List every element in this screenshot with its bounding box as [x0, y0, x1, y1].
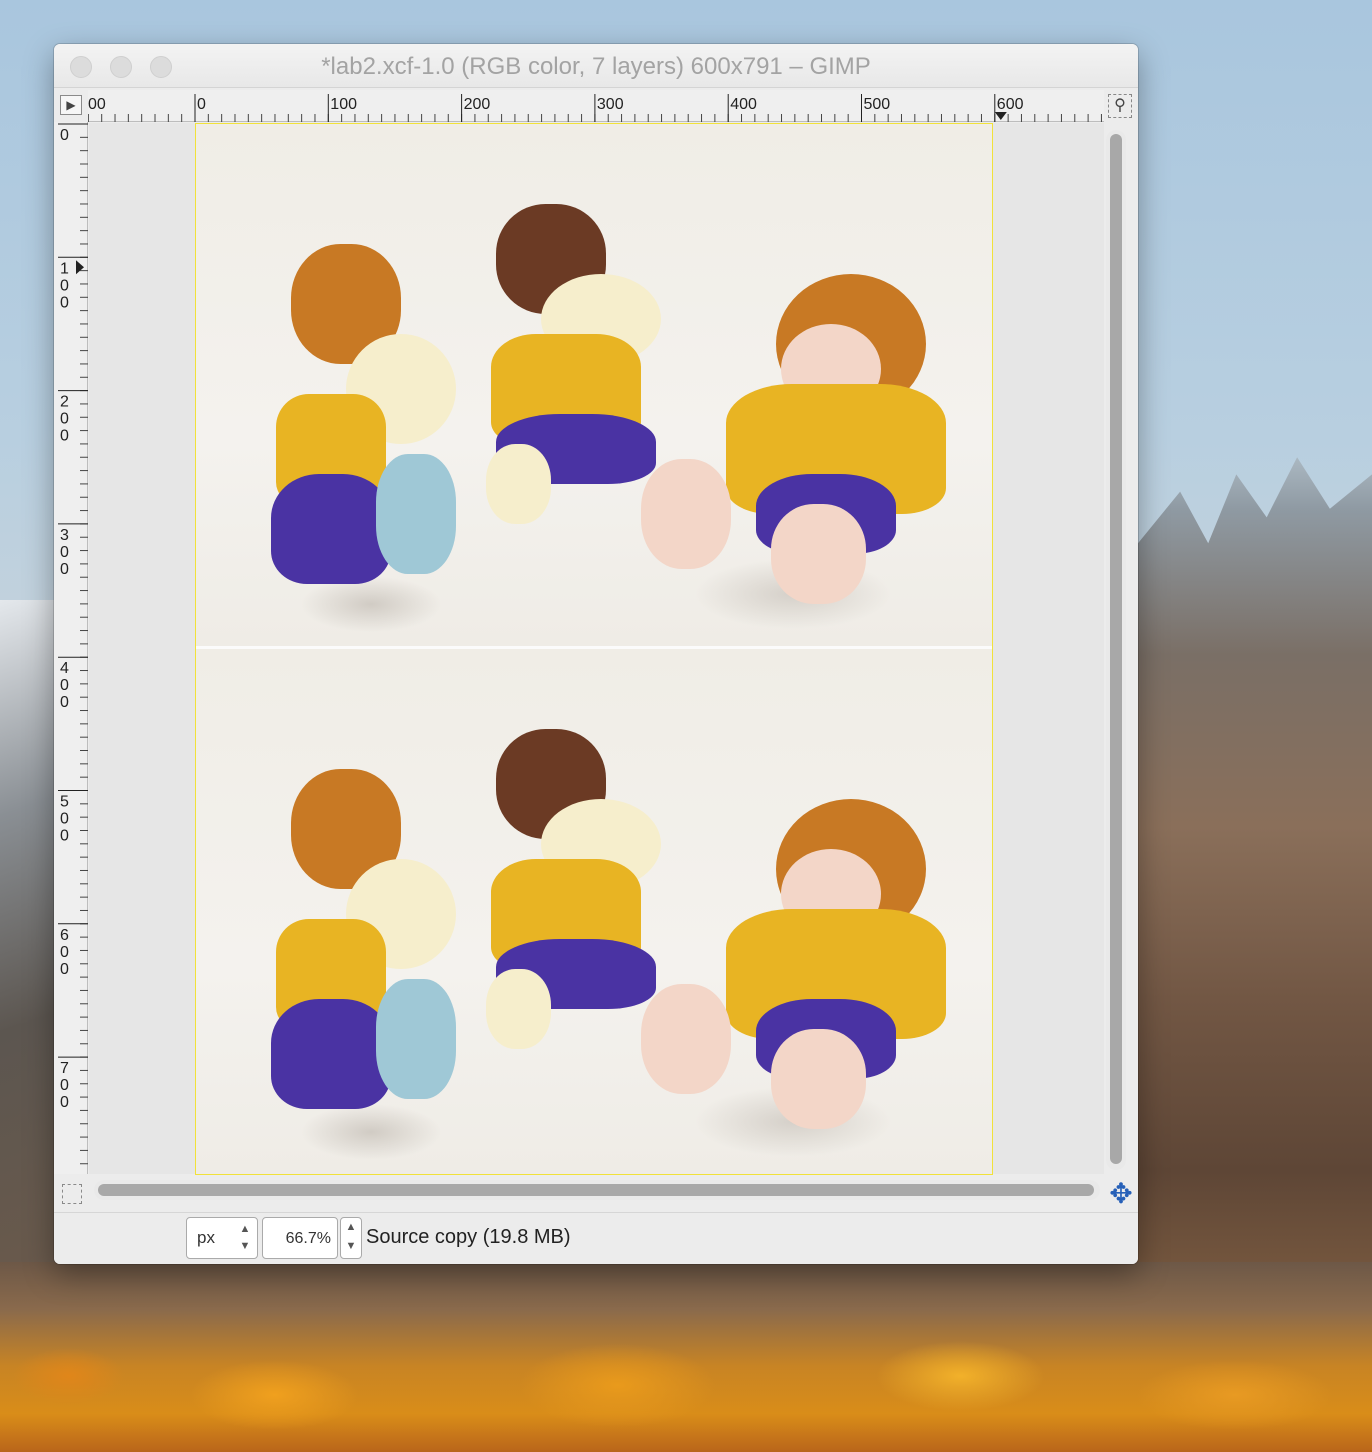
menu-arrow-icon[interactable]: ▶: [60, 95, 82, 115]
vertical-ruler[interactable]: 0100200300400500600700: [54, 122, 88, 1174]
donkey-foot: [486, 444, 551, 524]
gimp-image-window: *lab2.xcf-1.0 (RGB color, 7 layers) 600x…: [54, 44, 1138, 1264]
ruler-label: 0: [60, 961, 69, 978]
horizontal-scrollbar[interactable]: [94, 1180, 1100, 1200]
zoom-spin-icon[interactable]: ▲ ▼: [340, 1217, 362, 1259]
status-bar: px ▲ ▼ 66.7% ▲ ▼ Source copy (19.8 MB): [54, 1212, 1138, 1264]
ruler-pointer: [76, 260, 84, 275]
ruler-corner: ▶: [54, 90, 88, 122]
giraffe-foot: [376, 454, 456, 574]
donkey-foot: [486, 969, 551, 1049]
ruler-label: 2: [60, 394, 69, 411]
unit-selector[interactable]: px ▲ ▼: [186, 1217, 258, 1259]
ruler-label: 100: [330, 96, 357, 113]
wallpaper-foliage: [0, 1262, 1372, 1452]
vertical-ruler-ticks: 0100200300400500600700: [58, 123, 88, 1165]
monkey-left-foot: [641, 984, 731, 1094]
wallpaper-mountains-right: [1138, 457, 1372, 1300]
giraffe-pants: [271, 474, 391, 584]
ruler-label: 0: [197, 96, 206, 113]
quick-mask-icon[interactable]: [62, 1184, 82, 1204]
ruler-label: 4: [60, 660, 69, 677]
ruler-label: 0: [60, 944, 69, 961]
ruler-label: 0: [60, 561, 69, 578]
ruler-label: 6: [60, 927, 69, 944]
ruler-label: 0: [60, 428, 69, 445]
ruler-label: 400: [730, 96, 757, 113]
horizontal-scrollbar-thumb[interactable]: [98, 1184, 1094, 1196]
ruler-label: 1: [60, 260, 69, 277]
ruler-label: 500: [864, 96, 891, 113]
ruler-label: 7: [60, 1060, 69, 1077]
monkey-left-foot: [641, 459, 731, 569]
ruler-label: 0: [60, 828, 69, 845]
ruler-label: 0: [60, 411, 69, 428]
giraffe-pants: [271, 999, 391, 1109]
vertical-scrollbar-thumb[interactable]: [1110, 134, 1122, 1164]
ruler-label: 5: [60, 794, 69, 811]
ruler-label: 0: [60, 127, 69, 144]
image-canvas[interactable]: [195, 123, 993, 1175]
ruler-label: 3: [60, 527, 69, 544]
ruler-label: 00: [88, 96, 106, 113]
ruler-label: 0: [60, 811, 69, 828]
title-bar[interactable]: *lab2.xcf-1.0 (RGB color, 7 layers) 600x…: [54, 44, 1138, 88]
ruler-label: 0: [60, 544, 69, 561]
window-title: *lab2.xcf-1.0 (RGB color, 7 layers) 600x…: [321, 53, 871, 80]
ruler-label: 0: [60, 277, 69, 294]
ruler-label: 0: [60, 694, 69, 711]
photo-top: [196, 124, 992, 649]
horizontal-ruler-ticks: 00 0 100 200 300 400 500 600: [88, 94, 1102, 122]
ruler-pointer: [994, 112, 1007, 120]
monkey-right-foot: [771, 504, 866, 604]
status-message: Source copy (19.8 MB): [366, 1226, 571, 1248]
navigate-icon[interactable]: ⚲: [1108, 94, 1132, 118]
photo-bottom: [196, 649, 992, 1174]
ruler-label: 0: [60, 677, 69, 694]
move-arrows-icon[interactable]: ✥: [1106, 1180, 1136, 1210]
ruler-label: 200: [464, 96, 491, 113]
ruler-label: 600: [997, 96, 1024, 113]
ruler-label: 0: [60, 1094, 69, 1111]
ruler-label: 0: [60, 294, 69, 311]
zoom-input[interactable]: 66.7%: [262, 1217, 338, 1259]
unit-spin-icon[interactable]: ▲ ▼: [237, 1221, 253, 1255]
wallpaper-mountain-left: [0, 600, 60, 1300]
vertical-scrollbar[interactable]: [1106, 130, 1126, 1170]
giraffe-foot: [376, 979, 456, 1099]
unit-value: px: [197, 1228, 215, 1247]
ruler-label: 300: [597, 96, 624, 113]
monkey-right-foot: [771, 1029, 866, 1129]
horizontal-ruler[interactable]: 00 0 100 200 300 400 500 600: [88, 90, 1104, 122]
ruler-label: 0: [60, 1077, 69, 1094]
canvas-area[interactable]: [89, 123, 1104, 1175]
